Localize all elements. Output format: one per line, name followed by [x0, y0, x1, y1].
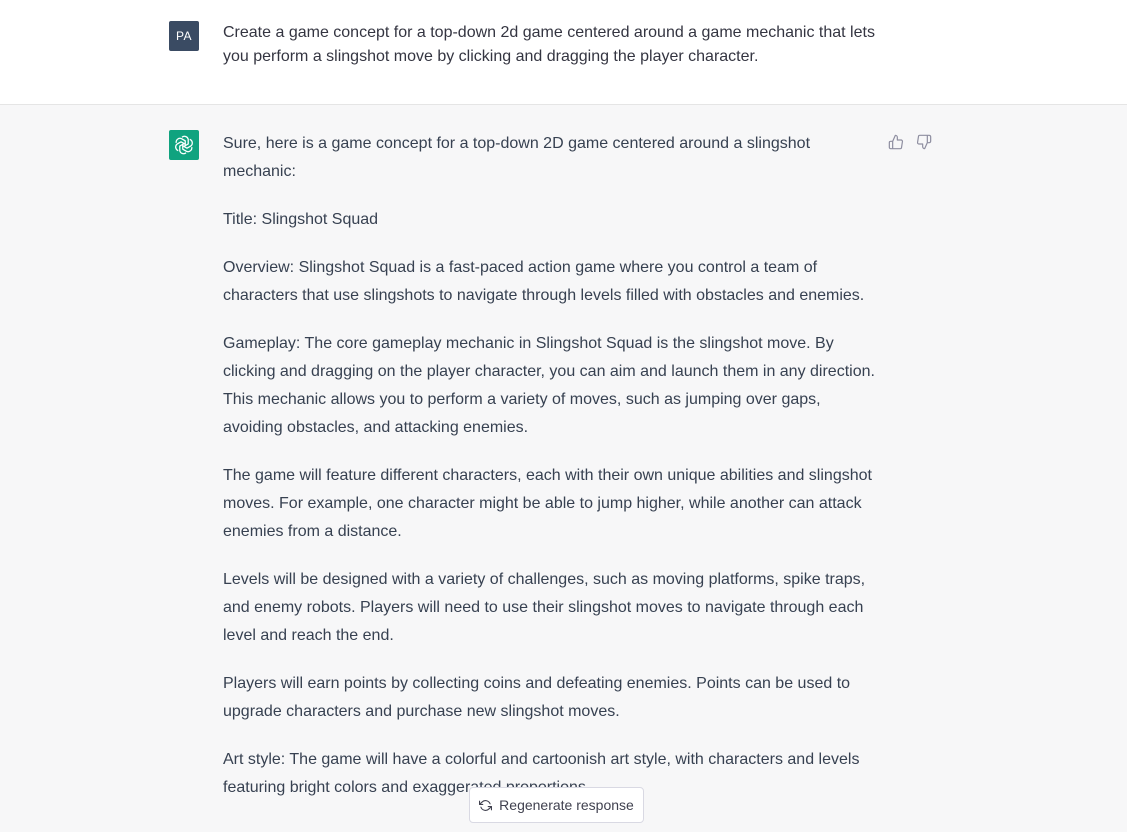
user-avatar: PA [169, 21, 199, 51]
refresh-icon [479, 799, 493, 811]
thumbs-down-button[interactable] [915, 133, 933, 151]
assistant-paragraph: The game will feature different characte… [223, 467, 872, 540]
assistant-paragraph: Title: Slingshot Squad [223, 211, 379, 228]
assistant-paragraph: Levels will be designed with a variety o… [223, 571, 866, 644]
openai-logo-icon [175, 135, 193, 155]
assistant-message-text: Sure, here is a game concept for a top-d… [223, 130, 883, 822]
assistant-message-block: Sure, here is a game concept for a top-d… [0, 105, 1127, 832]
assistant-paragraph: Sure, here is a game concept for a top-d… [223, 135, 811, 180]
regenerate-label: Regenerate response [499, 797, 634, 813]
assistant-paragraph: Overview: Slingshot Squad is a fast-pace… [223, 259, 865, 304]
user-message-block: PA Create a game concept for a top-down … [0, 0, 1127, 105]
assistant-avatar [169, 130, 199, 160]
thumbs-up-icon [888, 134, 904, 150]
regenerate-response-button[interactable]: Regenerate response [469, 787, 644, 823]
assistant-paragraph: Gameplay: The core gameplay mechanic in … [223, 335, 875, 436]
thumbs-up-button[interactable] [887, 133, 905, 151]
assistant-paragraph: Players will earn points by collecting c… [223, 675, 851, 720]
chat-page: PA Create a game concept for a top-down … [0, 0, 1127, 832]
thumbs-down-icon [916, 134, 932, 150]
user-message-text: Create a game concept for a top-down 2d … [223, 24, 875, 65]
